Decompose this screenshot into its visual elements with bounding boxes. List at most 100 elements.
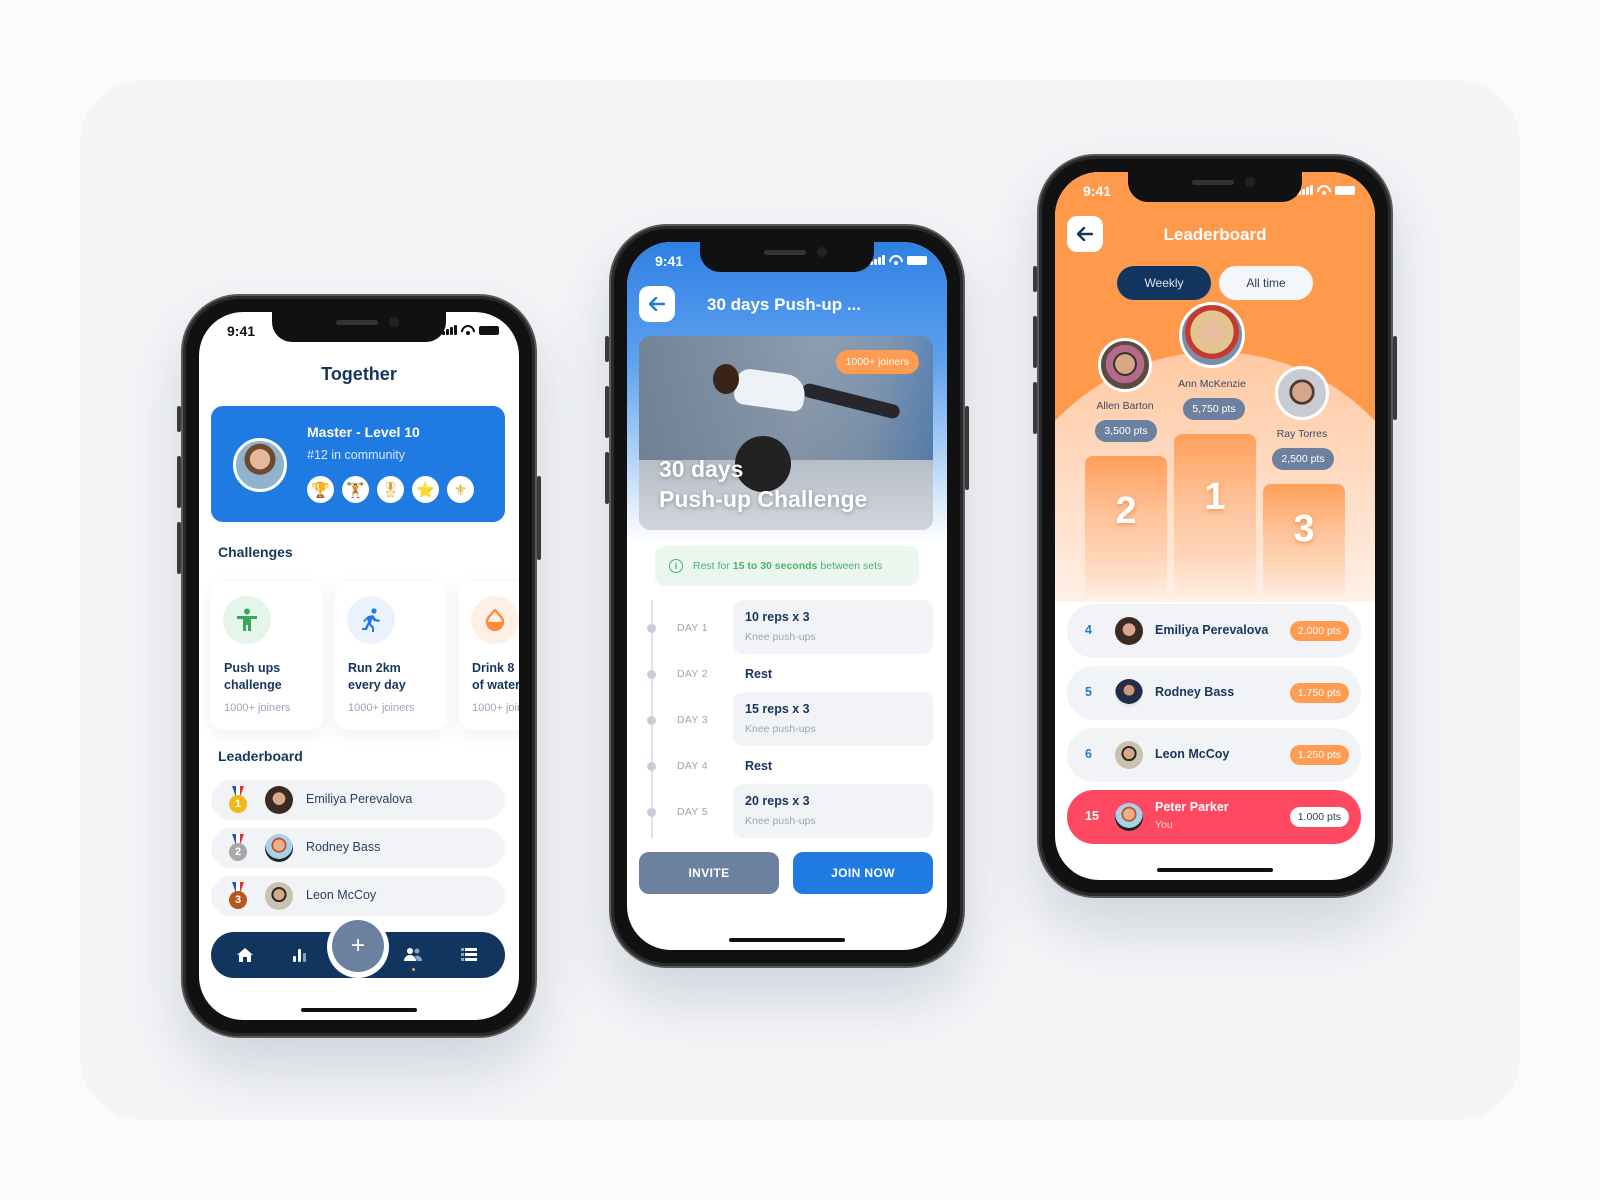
rank-position: 6: [1085, 747, 1092, 761]
leaderboard-heading: Leaderboard: [218, 748, 303, 764]
rank-position: 5: [1085, 685, 1092, 699]
badge-list: 🏆 🏋 🎖 ⭐ ⚜: [307, 476, 474, 503]
challenge-joiners: 1000+ joiners: [224, 702, 291, 714]
user-avatar[interactable]: [233, 438, 287, 492]
podium-block: 3: [1263, 484, 1345, 602]
challenges-carousel[interactable]: Push ups challenge 1000+ joiners Run 2km…: [211, 582, 519, 730]
points-badge: 2.000 pts: [1289, 621, 1349, 641]
you-label: You: [1155, 819, 1173, 831]
home-icon[interactable]: [235, 946, 255, 964]
leaderboard-row[interactable]: 2 Rodney Bass: [211, 828, 505, 868]
mute-switch: [605, 336, 609, 362]
podium-block: 2: [1085, 456, 1167, 602]
rank-position: 15: [1085, 809, 1099, 823]
arrow-left-icon: [649, 297, 665, 311]
challenge-joiners: 1000+ joiners: [472, 702, 519, 714]
rest-tip: i Rest for 15 to 30 seconds between sets: [655, 546, 919, 586]
avatar: [265, 834, 293, 862]
avatar: [1115, 679, 1143, 707]
challenge-card[interactable]: Run 2km every day 1000+ joiners: [335, 582, 447, 730]
home-indicator[interactable]: [301, 1008, 417, 1012]
page-title: 30 days Push-up ...: [707, 295, 861, 314]
volume-down-button: [605, 452, 609, 504]
wifi-icon: [461, 325, 475, 335]
player-name: Leon McCoy: [306, 888, 377, 902]
fleur-de-lis-icon[interactable]: ⚜: [447, 476, 474, 503]
list-icon[interactable]: [459, 946, 479, 964]
star-icon[interactable]: ⭐: [412, 476, 439, 503]
person-arms-out-icon: [223, 596, 271, 644]
tab-all-time[interactable]: All time: [1219, 266, 1313, 300]
bronze-medal-icon: 3: [227, 882, 249, 910]
volume-down-button: [177, 522, 181, 574]
battery-icon: [1335, 186, 1355, 195]
podium-block: 1: [1174, 434, 1256, 602]
phone-challenge-detail: 9:41 30 days Push-up ... 1000+ joiners 3…: [605, 224, 969, 968]
active-tab-indicator: [412, 968, 415, 971]
mute-switch: [1033, 266, 1037, 292]
notch: [272, 312, 446, 342]
challenge-hero-image: 1000+ joiners 30 days Push-up Challenge: [639, 336, 933, 530]
challenge-card[interactable]: Push ups challenge 1000+ joiners: [211, 582, 323, 730]
player-name: Rodney Bass: [306, 840, 381, 854]
home-indicator[interactable]: [729, 938, 845, 942]
notch: [1128, 172, 1302, 202]
add-button[interactable]: +: [332, 920, 384, 972]
avatar: [265, 882, 293, 910]
bottom-tab-bar: +: [211, 916, 505, 978]
player-name: Rodney Bass: [1155, 685, 1235, 699]
invite-button[interactable]: INVITE: [639, 852, 779, 894]
info-icon: i: [669, 559, 683, 573]
player-name: Leon McCoy: [1155, 747, 1230, 761]
stats-icon[interactable]: [289, 946, 309, 964]
back-button[interactable]: [639, 286, 675, 322]
page-title: Together: [321, 364, 397, 384]
joiners-badge: 1000+ joiners: [835, 350, 919, 374]
rank-position: 4: [1085, 623, 1092, 637]
status-time: 9:41: [1083, 183, 1112, 199]
challenge-card[interactable]: Drink 8 of water 1000+ joiners: [459, 582, 519, 730]
leaderboard-row[interactable]: 6 Leon McCoy 1.250 pts: [1067, 728, 1361, 782]
leaderboard-row[interactable]: 4 Emiliya Perevalova 2.000 pts: [1067, 604, 1361, 658]
volume-up-button: [177, 456, 181, 508]
challenge-name: Push ups challenge: [224, 661, 282, 692]
trophy-icon[interactable]: 🏆: [307, 476, 334, 503]
join-now-button[interactable]: JOIN NOW: [793, 852, 933, 894]
challenges-heading: Challenges: [218, 544, 293, 560]
status-time: 9:41: [227, 323, 256, 339]
tab-weekly[interactable]: Weekly: [1117, 266, 1211, 300]
screen: 9:41 Together Master - Level 10 #12 in c…: [199, 312, 519, 1020]
battery-icon: [907, 256, 927, 265]
mute-switch: [177, 406, 181, 432]
avatar: [1115, 803, 1143, 831]
player-name: Emiliya Perevalova: [306, 792, 413, 806]
volume-up-button: [1033, 316, 1037, 368]
podium-name: Ray Torres: [1276, 428, 1328, 440]
podium-avatar[interactable]: [1275, 366, 1329, 420]
profile-level-card[interactable]: Master - Level 10 #12 in community 🏆 🏋 🎖…: [211, 406, 505, 522]
phone-together: 9:41 Together Master - Level 10 #12 in c…: [177, 294, 541, 1038]
screen: 9:41 Leaderboard Weekly All time Allen B…: [1055, 172, 1375, 880]
home-indicator[interactable]: [1157, 868, 1273, 872]
power-button: [537, 476, 541, 560]
wifi-icon: [889, 255, 903, 265]
volume-down-button: [1033, 382, 1037, 434]
phone-leaderboard: 9:41 Leaderboard Weekly All time Allen B…: [1033, 154, 1397, 898]
podium-avatar[interactable]: [1179, 302, 1245, 368]
medal-icon[interactable]: 🎖: [377, 476, 404, 503]
gold-medal-icon: 1: [227, 786, 249, 814]
community-icon[interactable]: [403, 946, 423, 964]
player-name: Peter Parker: [1155, 800, 1229, 814]
wifi-icon: [1317, 185, 1331, 195]
podium-name: Ann McKenzie: [1178, 378, 1246, 390]
podium-points: 5,750 pts: [1183, 398, 1245, 420]
weightlifter-icon[interactable]: 🏋: [342, 476, 369, 503]
podium-avatar[interactable]: [1098, 338, 1152, 392]
current-user-row[interactable]: 15 Peter Parker You 1.000 pts: [1067, 790, 1361, 844]
avatar: [1115, 741, 1143, 769]
leaderboard-row[interactable]: 3 Leon McCoy: [211, 876, 505, 916]
podium-points: 2,500 pts: [1272, 448, 1334, 470]
leaderboard-row[interactable]: 1 Emiliya Perevalova: [211, 780, 505, 820]
leaderboard-row[interactable]: 5 Rodney Bass 1.750 pts: [1067, 666, 1361, 720]
avatar: [1115, 617, 1143, 645]
